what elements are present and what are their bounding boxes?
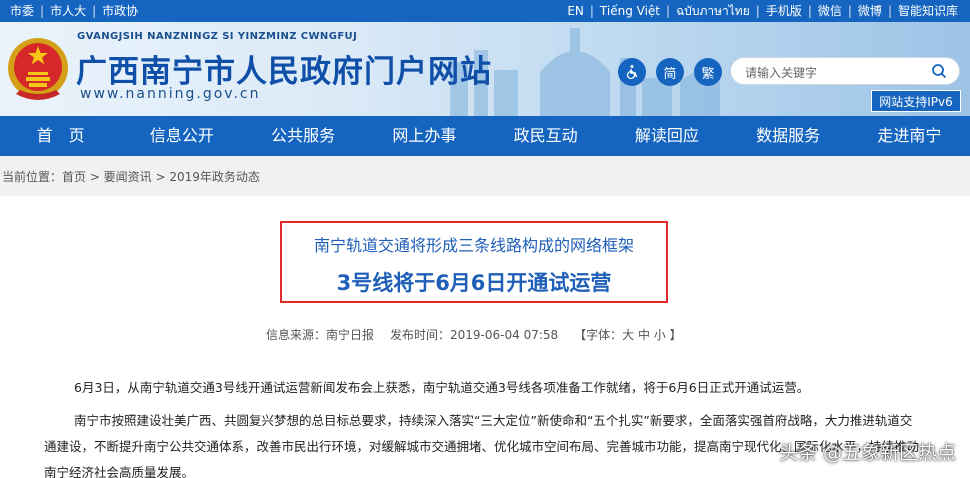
- article-source: 信息来源：南宁日报: [266, 328, 375, 342]
- watermark: 头条 @五象新区热点: [778, 442, 956, 464]
- main-nav: 首 页 信息公开 公共服务 网上办事 政民互动 解读回应 数据服务 走进南宁: [0, 116, 970, 156]
- wheelchair-icon: [626, 65, 638, 80]
- top-links-left: 市委 | 市人大 | 市政协: [4, 3, 144, 19]
- site-title: 广西南宁市人民政府门户网站: [76, 54, 492, 90]
- link-cppcc[interactable]: 市政协: [96, 3, 144, 19]
- divider: |: [887, 4, 892, 18]
- national-emblem-icon: [8, 38, 68, 100]
- link-mobile[interactable]: 手机版: [760, 3, 808, 19]
- nav-item-about-nanning[interactable]: 走进南宁: [849, 116, 970, 156]
- link-knowledge-base[interactable]: 智能知识库: [892, 3, 964, 19]
- link-peoples-congress[interactable]: 市人大: [44, 3, 92, 19]
- link-wechat[interactable]: 微信: [812, 3, 848, 19]
- nav-item-home[interactable]: 首 页: [0, 116, 121, 156]
- ipv6-badge: 网站支持IPv6: [871, 90, 961, 112]
- article-paragraph: 6月3日，从南宁轨道交通3号线开通试运营新闻发布会上获悉，南宁轨道交通3号线各项…: [74, 380, 810, 395]
- divider: |: [666, 4, 671, 18]
- site-header: GVANGJSIH NANZNINGZ SI YINZMINZ CWNGFUJ …: [0, 22, 970, 116]
- search-box[interactable]: 请输入关键字: [730, 57, 960, 85]
- article-publish-time: 发布时间：2019-06-04 07:58: [390, 328, 559, 342]
- top-bar: 市委 | 市人大 | 市政协 EN | Tiếng Việt | ฉบับภาษ…: [0, 0, 970, 22]
- link-vietnamese[interactable]: Tiếng Việt: [594, 3, 666, 19]
- top-links-right: EN | Tiếng Việt | ฉบับภาษาไทย | 手机版 | 微信…: [561, 3, 964, 19]
- nav-item-public-services[interactable]: 公共服务: [243, 116, 364, 156]
- nav-item-data-services[interactable]: 数据服务: [728, 116, 849, 156]
- link-english[interactable]: EN: [561, 3, 590, 19]
- divider: |: [40, 4, 45, 18]
- divider: |: [92, 4, 97, 18]
- link-party-committee[interactable]: 市委: [4, 3, 40, 19]
- nav-item-online-services[interactable]: 网上办事: [364, 116, 485, 156]
- search-icon[interactable]: [931, 63, 947, 79]
- accessibility-button[interactable]: [618, 58, 646, 86]
- site-url: www.nanning.gov.cn: [80, 86, 261, 102]
- divider: |: [589, 4, 594, 18]
- link-weibo[interactable]: 微博: [852, 3, 888, 19]
- site-title-pinyin: GVANGJSIH NANZNINGZ SI YINZMINZ CWNGFUJ: [77, 31, 358, 42]
- font-size-switcher[interactable]: 【字体：大 中 小 】: [574, 326, 681, 343]
- article-subtitle: 南宁轨道交通将形成三条线路构成的网络框架: [313, 236, 634, 255]
- divider: |: [755, 4, 760, 18]
- divider: |: [807, 4, 812, 18]
- nav-item-info-disclosure[interactable]: 信息公开: [121, 116, 242, 156]
- search-input[interactable]: 请输入关键字: [745, 64, 817, 81]
- title-highlight-box: 南宁轨道交通将形成三条线路构成的网络框架 3号线将于6月6日开通试运营: [280, 221, 668, 303]
- divider: |: [847, 4, 852, 18]
- traditional-chinese-button[interactable]: 繁: [694, 58, 722, 86]
- article-meta: 信息来源：南宁日报 发布时间：2019-06-04 07:58 【字体：大 中 …: [266, 326, 686, 343]
- article-title: 3号线将于6月6日开通试运营: [336, 271, 612, 295]
- nav-item-interpretation[interactable]: 解读回应: [606, 116, 727, 156]
- article-panel: 南宁轨道交通将形成三条线路构成的网络框架 3号线将于6月6日开通试运营 信息来源…: [0, 196, 970, 478]
- simplified-chinese-button[interactable]: 简: [656, 58, 684, 86]
- breadcrumb[interactable]: 当前位置：首页 > 要闻资讯 > 2019年政务动态: [2, 168, 260, 185]
- link-thai[interactable]: ฉบับภาษาไทย: [670, 3, 756, 19]
- nav-item-interaction[interactable]: 政民互动: [485, 116, 606, 156]
